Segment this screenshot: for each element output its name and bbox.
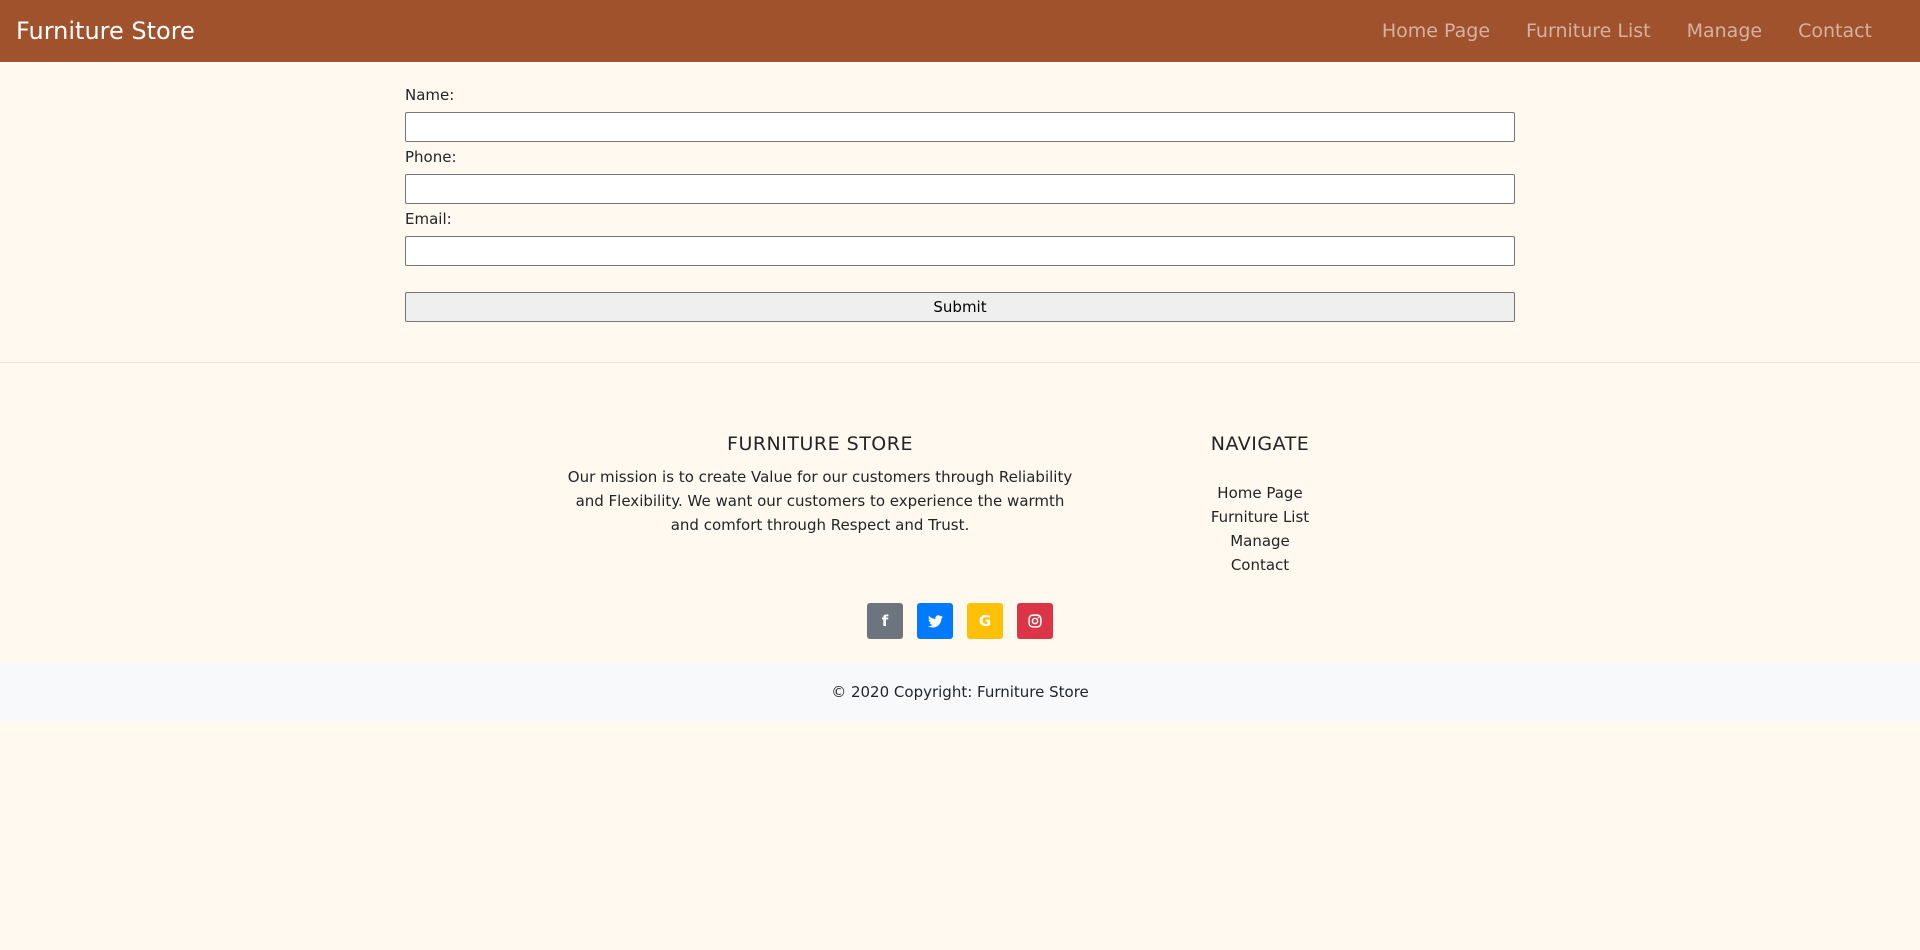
email-input[interactable] <box>405 236 1515 266</box>
copyright-bar: © 2020 Copyright: Furniture Store <box>0 663 1920 721</box>
footer-link-furniture-list[interactable]: Furniture List <box>1211 508 1309 526</box>
footer-columns: FURNITURE STORE Our mission is to create… <box>0 371 1920 633</box>
nav-links: Home Page Furniture List Manage Contact <box>1346 20 1872 42</box>
facebook-icon: f <box>881 612 889 630</box>
name-label: Name: <box>405 86 455 104</box>
footer-nav-item: Home Page <box>1160 481 1360 505</box>
footer-nav-item: Furniture List <box>1160 505 1360 529</box>
footer-nav-item: Contact <box>1160 553 1360 577</box>
twitter-icon <box>927 614 943 627</box>
copyright-text: © 2020 Copyright: Furniture Store <box>831 683 1089 701</box>
twitter-button[interactable] <box>917 603 953 639</box>
name-input[interactable] <box>405 112 1515 142</box>
nav-link-home[interactable]: Home Page <box>1382 20 1490 42</box>
submit-button[interactable]: Submit <box>405 292 1515 322</box>
email-label: Email: <box>405 210 452 228</box>
brand-link[interactable]: Furniture Store <box>16 17 195 45</box>
google-icon: G <box>978 612 992 630</box>
contact-form: Name: Phone: Email: Submit <box>405 62 1515 322</box>
facebook-button[interactable]: f <box>867 603 903 639</box>
nav-link-manage[interactable]: Manage <box>1687 20 1762 42</box>
footer-nav-item: Manage <box>1160 529 1360 553</box>
footer-navigate: NAVIGATE Home Page Furniture List Manage… <box>1160 433 1360 633</box>
footer-about-heading: FURNITURE STORE <box>727 433 913 455</box>
phone-label: Phone: <box>405 148 457 166</box>
google-button[interactable]: G <box>967 603 1003 639</box>
footer-nav-heading: NAVIGATE <box>1210 433 1310 455</box>
footer-link-contact[interactable]: Contact <box>1231 556 1289 574</box>
footer-link-manage[interactable]: Manage <box>1230 532 1290 550</box>
nav-link-contact[interactable]: Contact <box>1798 20 1872 42</box>
footer-divider <box>0 362 1920 363</box>
instagram-button[interactable] <box>1017 603 1053 639</box>
phone-input[interactable] <box>405 174 1515 204</box>
nav-link-furniture-list[interactable]: Furniture List <box>1526 20 1651 42</box>
top-navbar: Furniture Store Home Page Furniture List… <box>0 0 1920 62</box>
instagram-icon <box>1028 614 1042 628</box>
footer-link-home[interactable]: Home Page <box>1217 484 1302 502</box>
footer-about-text: Our mission is to create Value for our c… <box>567 468 1073 534</box>
footer-nav-list: Home Page Furniture List Manage Contact <box>1160 481 1360 577</box>
footer: FURNITURE STORE Our mission is to create… <box>0 371 1920 721</box>
